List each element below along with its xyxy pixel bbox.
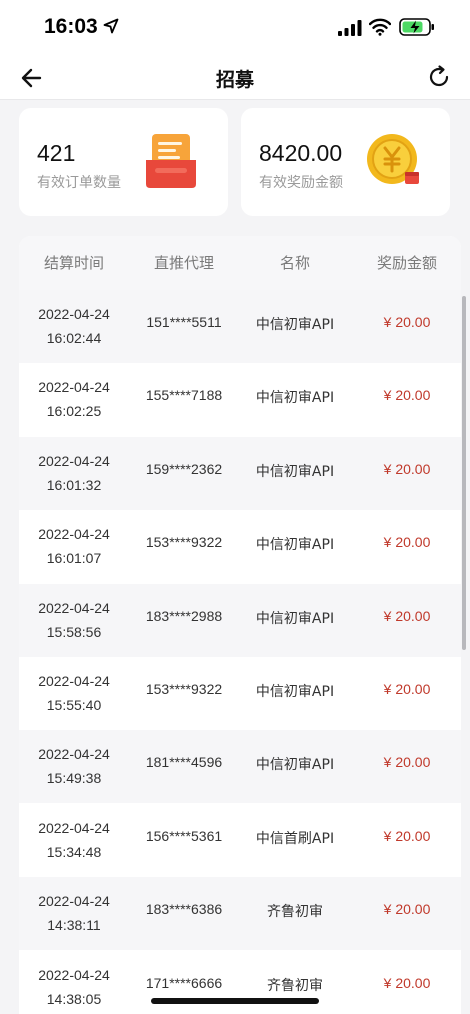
settlement-table: 结算时间 直推代理 名称 奖励金额 2022-04-24 16:02:44 151*… [19, 236, 461, 1014]
nav-bar: 招募 [0, 56, 470, 100]
settle-date: 2022-04-24 [38, 379, 110, 396]
valid-rewards-label: 有效奖励金额 [259, 175, 343, 191]
settle-time: 16:02:25 [46, 403, 102, 420]
table-row[interactable]: 2022-04-24 14:38:05 171****6666 齐鲁初审 ¥ 20.00 [19, 950, 461, 1014]
product-name-cell: 齐鲁初审 [267, 977, 323, 994]
product-name-cell: 中信初审API [255, 390, 335, 407]
table-row[interactable]: 2022-04-24 15:55:40 153****9322 中信初审API ¥ 20… [19, 657, 461, 730]
valid-orders-card: 421 有效订单数量 [19, 108, 228, 216]
signal-icon [338, 20, 362, 36]
reward-amount-cell: ¥ 20.00 [383, 534, 431, 551]
settle-time: 15:55:40 [46, 697, 102, 713]
table-row[interactable]: 2022-04-24 14:38:11 183****6386 齐鲁初审 ¥ 20.00 [19, 877, 461, 951]
settle-date: 2022-04-24 [38, 306, 110, 322]
agent-cell: 156****5361 [145, 827, 223, 844]
column-header-agent: 直推代理 [153, 254, 214, 272]
product-name-cell: 中信初审API [255, 317, 335, 333]
settle-date: 2022-04-24 [38, 673, 110, 689]
status-time: 16:03 [44, 15, 98, 38]
settle-time: 16:01:32 [46, 476, 102, 493]
agent-cell: 153****9322 [145, 681, 223, 697]
valid-orders-label: 有效订单数量 [37, 175, 121, 191]
agent-cell: 181****4596 [145, 754, 223, 771]
settle-time-cell: 2022-04-24 15:34:48 [19, 816, 129, 864]
agent-cell: 183****6386 [145, 901, 223, 918]
yuan-coin-icon [367, 134, 419, 184]
product-name-cell: 中信首刷API [255, 830, 335, 847]
product-name-cell: 中信初审API [255, 684, 335, 700]
column-header-amount: 奖励金额 [376, 254, 437, 272]
home-indicator [151, 998, 319, 1004]
agent-cell: 153****9322 [145, 534, 223, 551]
settle-time-cell: 2022-04-24 14:38:11 [19, 889, 129, 937]
reward-amount-cell: ¥ 20.00 [383, 901, 431, 918]
settle-date: 2022-04-24 [38, 599, 110, 616]
settle-time: 15:49:38 [46, 770, 102, 787]
reward-amount-cell: ¥ 20.00 [383, 754, 431, 771]
agent-cell: 171****6666 [145, 974, 223, 991]
settle-time-cell: 2022-04-24 14:38:05 [19, 963, 129, 1011]
settle-time-cell: 2022-04-24 15:58:56 [19, 596, 129, 644]
reward-amount-cell: ¥ 20.00 [383, 974, 431, 991]
product-name-cell: 中信初审API [255, 463, 335, 480]
settle-time-cell: 2022-04-24 16:01:32 [19, 449, 129, 497]
table-row[interactable]: 2022-04-24 15:58:56 183****2988 中信初审API ¥ 20… [19, 583, 461, 657]
wifi-icon [369, 18, 391, 36]
agent-cell: 183****2988 [145, 607, 223, 624]
table-row[interactable]: 2022-04-24 16:01:07 153****9322 中信初审API ¥ 20… [19, 510, 461, 584]
product-name-cell: 中信初审API [255, 757, 335, 774]
settle-time: 15:58:56 [46, 623, 102, 640]
settle-time: 14:38:05 [46, 990, 102, 1007]
valid-rewards-value: 8420.00 [259, 140, 343, 166]
settle-date: 2022-04-24 [38, 819, 110, 836]
column-header-settle-time: 结算时间 [43, 254, 104, 272]
reward-amount-cell: ¥ 20.00 [383, 460, 431, 477]
table-row[interactable]: 2022-04-24 16:02:44 151****5511 中信初审API ¥ 20… [19, 290, 461, 363]
table-row[interactable]: 2022-04-24 16:02:25 155****7188 中信初审API ¥ 20… [19, 363, 461, 437]
reward-amount-cell: ¥ 20.00 [383, 827, 431, 844]
settle-time: 16:01:07 [46, 550, 102, 567]
scrollbar[interactable] [462, 296, 466, 650]
settle-date: 2022-04-24 [38, 893, 110, 910]
status-bar: 16:03 [0, 0, 470, 56]
settle-time: 16:02:44 [46, 330, 102, 346]
table-row[interactable]: 2022-04-24 15:49:38 181****4596 中信初审API ¥ 20… [19, 730, 461, 804]
battery-charging-icon [399, 18, 434, 36]
settle-time: 15:34:48 [46, 843, 102, 860]
product-name-cell: 齐鲁初审 [267, 904, 323, 921]
settle-time-cell: 2022-04-24 15:49:38 [19, 742, 129, 790]
reward-amount-cell: ¥ 20.00 [383, 314, 431, 330]
settle-date: 2022-04-24 [38, 966, 110, 983]
page-title: 招募 [215, 69, 254, 91]
settle-time: 14:38:11 [47, 917, 101, 934]
settle-time-cell: 2022-04-24 15:55:40 [19, 669, 129, 717]
order-box-icon [146, 134, 196, 188]
product-name-cell: 中信初审API [255, 537, 335, 554]
reward-amount-cell: ¥ 20.00 [383, 387, 431, 404]
reward-amount-cell: ¥ 20.00 [383, 607, 431, 624]
agent-cell: 151****5511 [146, 314, 222, 330]
settle-date: 2022-04-24 [38, 746, 110, 763]
table-header: 结算时间 直推代理 名称 奖励金额 [19, 236, 461, 290]
table-row[interactable]: 2022-04-24 15:34:48 156****5361 中信首刷API ¥ 20… [19, 803, 461, 877]
settle-date: 2022-04-24 [38, 452, 110, 469]
settle-time-cell: 2022-04-24 16:02:44 [19, 302, 129, 350]
agent-cell: 155****7188 [145, 387, 223, 404]
agent-cell: 159****2362 [145, 460, 223, 477]
location-arrow-icon [103, 18, 119, 34]
table-row[interactable]: 2022-04-24 16:01:32 159****2362 中信初审API ¥ 20… [19, 436, 461, 510]
valid-rewards-card: 8420.00 有效奖励金额 [241, 108, 450, 216]
reward-amount-cell: ¥ 20.00 [383, 681, 431, 697]
settle-date: 2022-04-24 [38, 526, 110, 543]
valid-orders-value: 421 [37, 140, 76, 166]
settle-time-cell: 2022-04-24 16:02:25 [19, 375, 129, 423]
product-name-cell: 中信初审API [255, 610, 335, 627]
settle-time-cell: 2022-04-24 16:01:07 [19, 522, 129, 570]
refresh-icon[interactable] [426, 64, 452, 90]
column-header-name: 名称 [279, 254, 310, 272]
